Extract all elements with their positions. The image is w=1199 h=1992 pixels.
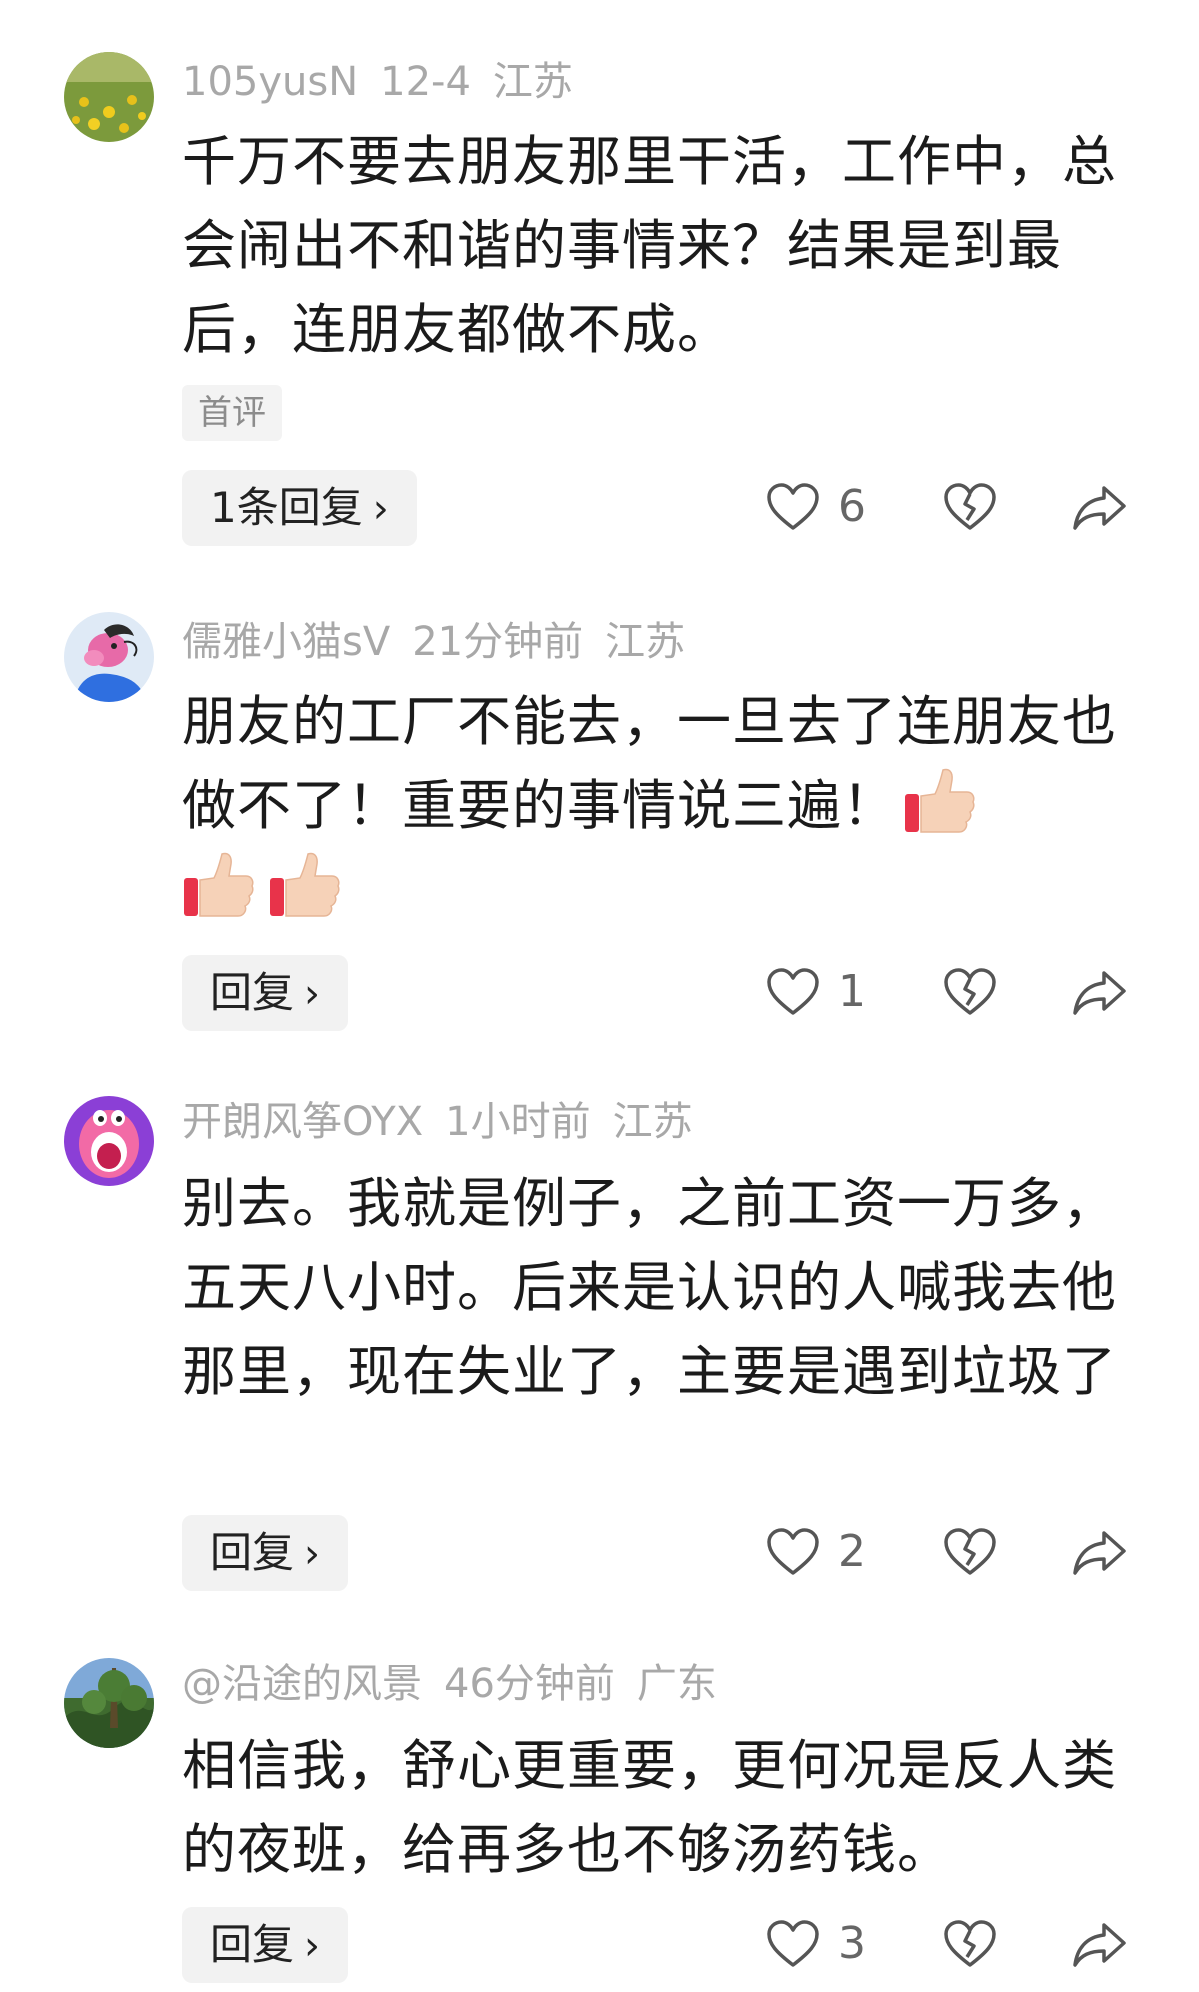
first-comment-badge: 首评 — [182, 385, 282, 441]
comment-time: 46分钟前 — [444, 1661, 615, 1707]
heart-outline-icon[interactable] — [766, 967, 820, 1017]
share-arrow-icon[interactable] — [1072, 1527, 1128, 1577]
broken-heart-icon[interactable] — [943, 482, 997, 532]
broken-heart-icon[interactable] — [943, 1527, 997, 1577]
comment-text: 千万不要去朋友那里干活，工作中，总会闹出不和谐的事情来？结果是到最后，连朋友都做… — [182, 130, 1117, 361]
avatar[interactable] — [64, 52, 154, 142]
like-count: 3 — [838, 1918, 866, 1969]
like-count: 6 — [838, 481, 866, 532]
comment-time: 1小时前 — [445, 1099, 591, 1145]
heart-outline-icon[interactable] — [766, 1919, 820, 1969]
comment-actions: 1 — [0, 955, 1199, 1031]
comment-text: 朋友的工厂不能去，一旦去了连朋友也做不了！重要的事情说三遍！ — [182, 680, 1142, 932]
share-arrow-icon[interactable] — [1072, 967, 1128, 1017]
share-arrow-icon[interactable] — [1072, 1919, 1128, 1969]
comment-meta: 开朗风筝OYX 1小时前 江苏 — [182, 1094, 715, 1150]
comment-location: 广东 — [636, 1661, 717, 1707]
comment-text: 相信我，舒心更重要，更何况是反人类的夜班，给再多也不够汤药钱。 — [182, 1734, 1117, 1881]
comment-actions: 3 — [0, 1907, 1199, 1983]
comment-actions: 2 — [0, 1515, 1199, 1591]
thumbs-up-icon — [270, 852, 340, 917]
comment-time: 12-4 — [380, 59, 471, 105]
comment-text: 别去。我就是例子，之前工资一万多，五天八小时。后来是认识的人喊我去他那里，现在失… — [182, 1172, 1117, 1403]
thumbs-up-icon — [905, 768, 975, 833]
comment-meta: @沿途的风景 46分钟前 广东 — [182, 1656, 739, 1712]
comment-location: 江苏 — [612, 1099, 693, 1145]
avatar[interactable] — [64, 1096, 154, 1186]
comment-time: 21分钟前 — [412, 619, 584, 665]
comment-actions: 6 — [0, 470, 1199, 546]
heart-outline-icon[interactable] — [766, 1527, 820, 1577]
like-count: 2 — [838, 1526, 866, 1577]
avatar[interactable] — [64, 1658, 154, 1748]
comment-meta: 儒雅小猫sV 21分钟前 江苏 — [182, 614, 707, 670]
like-count: 1 — [838, 966, 866, 1017]
username[interactable]: 儒雅小猫sV — [182, 619, 390, 665]
username[interactable]: 开朗风筝OYX — [182, 1099, 423, 1145]
comment-meta: 105yusN 12-4 江苏 — [182, 54, 595, 110]
comment-location: 江苏 — [605, 619, 686, 665]
username[interactable]: 105yusN — [182, 59, 358, 105]
share-arrow-icon[interactable] — [1072, 482, 1128, 532]
broken-heart-icon[interactable] — [943, 1919, 997, 1969]
avatar[interactable] — [64, 612, 154, 702]
thumbs-up-icon — [184, 852, 254, 917]
comment-location: 江苏 — [492, 59, 573, 105]
heart-outline-icon[interactable] — [766, 482, 820, 532]
broken-heart-icon[interactable] — [943, 967, 997, 1017]
username[interactable]: @沿途的风景 — [182, 1661, 422, 1707]
